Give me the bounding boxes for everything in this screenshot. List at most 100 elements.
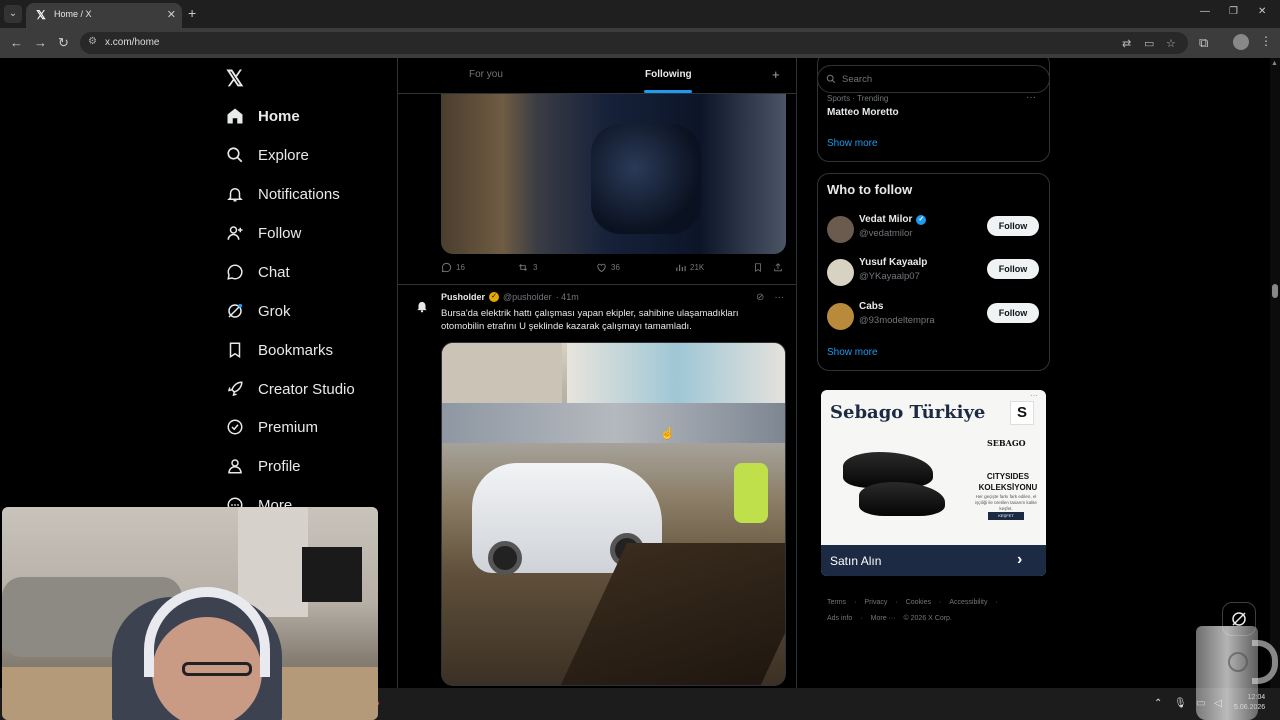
cam-door [238,507,308,617]
avatar[interactable] [827,303,854,330]
like-button[interactable]: 36 [596,262,620,273]
footer-link-ads-info[interactable]: Ads info [827,615,852,622]
share-button[interactable] [773,262,783,273]
nav-item-creator-studio[interactable]: Creator Studio [226,374,355,404]
footer-link-terms[interactable]: Terms [827,599,846,606]
search-placeholder: Search [842,73,873,85]
back-icon[interactable]: ← [10,35,23,50]
reload-icon[interactable]: ↻ [58,35,69,51]
reply-button[interactable]: 16 [441,262,465,273]
user-name[interactable]: Cabs [859,301,883,312]
nav-item-premium[interactable]: Premium [226,412,318,442]
ad-brand: SEBAGO [987,438,1026,448]
post-time[interactable]: · 41m [556,292,579,302]
trend-more-icon[interactable]: ··· [1026,92,1036,103]
repost-button[interactable]: 3 [517,262,537,273]
post-text: Bursa'da elektrik hattı çalışması yapan … [441,308,739,332]
bookmark-star-icon[interactable]: ☆ [1166,37,1176,50]
x-logo[interactable]: 𝕏 [226,66,244,92]
browser-profile-avatar[interactable] [1233,34,1249,50]
nav-item-chat[interactable]: Chat [226,257,290,287]
trend-name[interactable]: Matteo Moretto [827,107,899,118]
verified-org-icon: ✓ [489,292,500,302]
user-name[interactable]: Yusuf Kayaalp [859,257,927,268]
follow-button[interactable]: Follow [987,259,1039,279]
tab-following[interactable]: Following [645,69,692,80]
nav-item-profile[interactable]: Profile [226,451,301,481]
nav-item-bookmarks[interactable]: Bookmarks [226,335,333,365]
search-input[interactable]: Search [817,65,1050,93]
scrollbar[interactable] [1270,58,1280,688]
footer-link-privacy[interactable]: Privacy [864,599,887,606]
scrollbar-thumb[interactable] [1272,284,1278,298]
add-tab-button[interactable]: + [772,67,780,82]
close-window-icon[interactable]: ✕ [1258,6,1266,17]
ad-inner-button: KEŞFET [988,512,1024,520]
url-text[interactable]: x.com/home [105,37,159,48]
nav-item-follow[interactable]: Follow [226,218,301,248]
follow-button[interactable]: Follow [987,216,1039,236]
minimize-icon[interactable]: — [1200,6,1210,17]
footer-sep: · [895,599,898,606]
extensions-icon[interactable]: ⧉ [1199,35,1208,51]
restore-icon[interactable]: ❐ [1229,6,1238,17]
footer-sep: · [854,599,857,606]
browser-tab[interactable]: 𝕏 Home / X ✕ [26,3,182,28]
site-info-icon[interactable]: ⚙ [88,36,97,47]
footer-link-accessibility[interactable]: Accessibility [949,599,987,606]
post-image[interactable] [441,342,786,686]
nav-item-explore[interactable]: Explore [226,140,309,170]
who-to-follow-show-more[interactable]: Show more [827,347,878,358]
address-bar[interactable]: ⚙ x.com/home ⇄ ▭ ☆ [80,32,1188,54]
views-button[interactable]: 21K [675,262,704,273]
close-tab-icon[interactable]: ✕ [167,8,176,21]
nav-item-notifications[interactable]: Notifications [226,179,340,209]
browser-menu-icon[interactable]: ⋮ [1260,34,1272,48]
footer-link-more[interactable]: More ··· [871,615,896,622]
forward-icon[interactable]: → [34,35,47,50]
scroll-up-arrow-icon[interactable]: ▲ [1271,60,1278,67]
browser-tab-bar: ⌄ 𝕏 Home / X ✕ + — ❐ ✕ [0,0,1280,28]
views-count: 21K [690,263,705,272]
timeline: For you Following + 16 3 36 21K Pusholde… [397,58,797,688]
chat-bubble-icon [226,263,244,281]
tab-search-icon[interactable]: ⌄ [4,5,22,23]
user-handle: @vedatmilor [859,228,913,239]
post-author-name[interactable]: Pusholder [441,292,485,302]
ad-cta-bar[interactable]: Satın Alın › [821,545,1046,576]
ad-logo: S [1010,401,1034,425]
follow-button[interactable]: Follow [987,303,1039,323]
post-header-actions: ⊘ ··· [756,292,784,303]
microphone-icon[interactable]: 🎙 [1174,698,1187,709]
ad-more-icon[interactable]: ··· [1030,391,1038,400]
grok-explain-icon[interactable]: ⊘ [756,292,764,303]
translate-icon[interactable]: ⇄ [1122,37,1131,50]
avatar[interactable] [827,216,854,243]
footer-link-cookies[interactable]: Cookies [906,599,931,606]
verified-icon: ✓ [916,214,927,225]
tab-for-you[interactable]: For you [469,69,503,80]
bell-icon [226,185,244,203]
previous-post-image[interactable] [441,94,786,254]
bookmark-post-button[interactable] [753,262,763,273]
tray-chevron-icon[interactable]: ⌃ [1154,698,1162,709]
cast-icon[interactable]: ▭ [1144,37,1154,50]
post-author-handle[interactable]: @pusholder [503,292,552,302]
nav-item-grok[interactable]: Grok [226,296,291,326]
suggested-user[interactable]: Vedat Milor ✓ @vedatmilor Follow [827,214,1040,246]
nav-item-home[interactable]: Home [226,101,300,131]
ad-body-text: Her geçişte farkı fark edilen, el işçili… [975,494,1037,511]
nav-label: Home [258,107,300,125]
copyright: © 2026 X Corp. [903,615,952,622]
avatar[interactable] [827,259,854,286]
pusholder-avatar[interactable] [410,294,434,318]
trends-show-more[interactable]: Show more [827,138,878,149]
webcam-overlay [2,507,378,720]
new-tab-button[interactable]: + [188,5,196,21]
suggested-user[interactable]: Cabs @93modeltempra Follow [827,301,1040,333]
post-more-icon[interactable]: ··· [774,292,784,303]
bell-logo-icon [417,301,427,313]
sponsored-ad[interactable]: Sebago Türkiye S ··· SEBAGO CITYSIDES KO… [821,390,1046,576]
user-name[interactable]: Vedat Milor ✓ [859,214,927,225]
suggested-user[interactable]: Yusuf Kayaalp @YKayaalp07 Follow [827,257,1040,289]
